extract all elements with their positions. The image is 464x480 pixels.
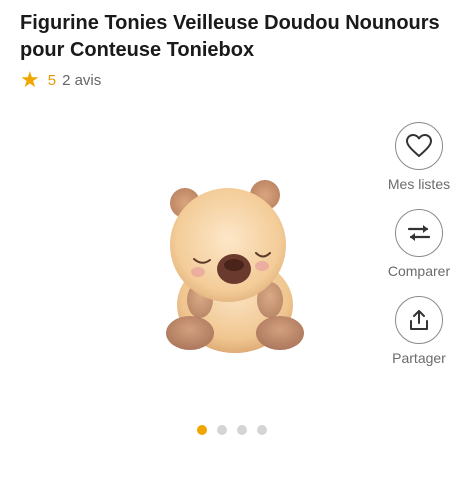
bear-nightlight-illustration [166,180,304,353]
share-label: Partager [392,350,446,366]
share-icon[interactable] [395,296,443,344]
product-image[interactable] [150,165,320,365]
star-icon: ★ [20,67,40,92]
carousel-dot[interactable] [197,425,207,435]
reviews-count[interactable]: 2 avis [62,72,101,89]
carousel-pagination [197,425,267,435]
add-to-list-label: Mes listes [387,176,451,192]
compare-button[interactable]: Comparer [382,209,456,279]
product-title: Figurine Tonies Veilleuse Doudou Nounour… [20,12,440,61]
carousel-dot[interactable] [257,425,267,435]
rating-row[interactable]: ★ 5 2 avis [20,68,101,92]
add-to-list-button[interactable]: Mes listes [382,122,456,192]
carousel-dot[interactable] [237,425,247,435]
compare-arrows-icon[interactable] [395,209,443,257]
compare-label: Comparer [387,263,451,279]
rating-score: 5 [47,71,57,89]
heart-icon[interactable] [395,122,443,170]
carousel-dot[interactable] [217,425,227,435]
share-button[interactable]: Partager [382,296,456,366]
